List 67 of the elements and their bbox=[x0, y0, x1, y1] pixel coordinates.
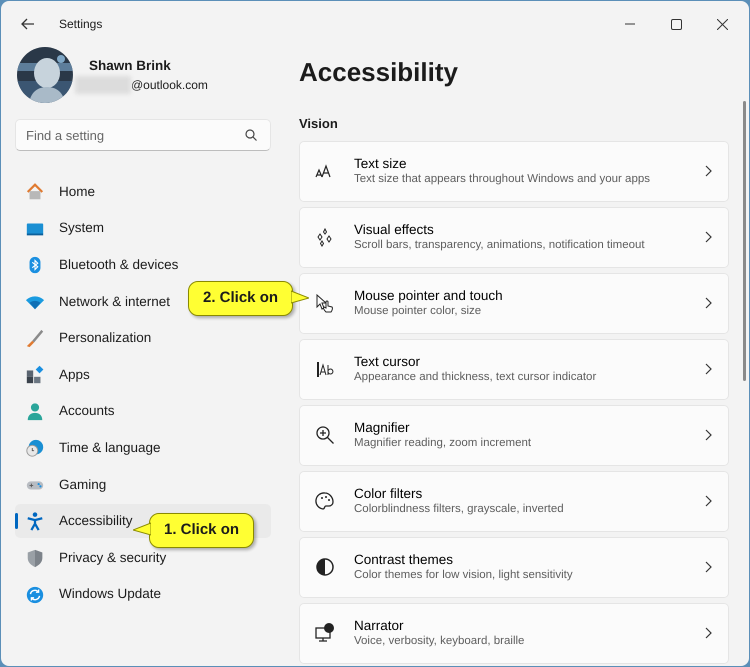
pointer-hand-icon bbox=[314, 292, 336, 314]
card-title: Mouse pointer and touch bbox=[354, 287, 504, 304]
magnifier-icon bbox=[314, 424, 336, 446]
callout-pointer-tooltip bbox=[291, 290, 310, 304]
chevron-icon bbox=[705, 627, 712, 639]
card-title: Visual effects bbox=[354, 221, 435, 238]
card-description: Mouse pointer color, size bbox=[354, 304, 482, 319]
contrast-icon bbox=[314, 556, 336, 578]
scrollbar[interactable] bbox=[743, 101, 746, 381]
card-title: Narrator bbox=[354, 617, 405, 634]
minimize-icon bbox=[625, 23, 635, 25]
card-description: Text size that appears throughout Windows and your apps bbox=[354, 172, 651, 187]
card-title: Magnifier bbox=[354, 419, 411, 436]
chevron-icon bbox=[705, 297, 712, 309]
search-icon bbox=[245, 129, 257, 141]
home-icon bbox=[25, 182, 45, 202]
chevron-icon bbox=[705, 363, 712, 375]
close-icon bbox=[716, 18, 728, 30]
card-description: Color themes for low vision, light sensitivity bbox=[354, 568, 574, 583]
settings-card[interactable]: Narrator Voice, verbosity, keyboard, braille bbox=[299, 602, 729, 664]
page-title: Accessibility bbox=[299, 56, 459, 89]
chevron-icon bbox=[705, 429, 712, 441]
card-title: Text cursor bbox=[354, 353, 422, 370]
window-title: Settings bbox=[59, 16, 102, 33]
sidebar-item[interactable]: Home bbox=[15, 175, 271, 209]
sidebar-item[interactable]: Personalization bbox=[15, 321, 271, 356]
search-field[interactable]: Find a setting bbox=[15, 119, 271, 151]
account-email: @outlook.com bbox=[131, 77, 208, 94]
callout-pointer-tooltip bbox=[133, 522, 151, 536]
settings-card[interactable]: Text size Text size that appears throughout Windows and your apps bbox=[299, 140, 729, 202]
settings-card[interactable]: Color filters Colorblindness filters, grayscale, inverted bbox=[299, 470, 729, 532]
chevron-icon bbox=[705, 231, 712, 243]
settings-card[interactable]: Text cursor Appearance and thickness, text cursor indicator bbox=[299, 338, 729, 400]
card-title: Color filters bbox=[354, 485, 424, 502]
card-description: Magnifier reading, zoom increment bbox=[354, 436, 532, 451]
account-name: Shawn Brink bbox=[89, 56, 172, 75]
sidebar-item[interactable]: Apps bbox=[15, 358, 271, 392]
chevron-icon bbox=[705, 561, 712, 573]
sidebar-item[interactable]: Windows Update bbox=[15, 578, 271, 612]
palette-icon bbox=[314, 490, 336, 512]
sync-icon bbox=[25, 584, 45, 605]
section-heading: Vision bbox=[299, 115, 339, 133]
settings-card[interactable]: Visual effects Scroll bars, transparency, animations, notification timeout bbox=[299, 206, 729, 268]
chevron-icon bbox=[705, 495, 712, 507]
accessibility-icon bbox=[25, 511, 45, 532]
back-arrow-icon bbox=[21, 18, 35, 30]
apps-icon bbox=[25, 364, 45, 385]
person-icon bbox=[25, 402, 45, 422]
settings-card[interactable]: Magnifier Magnifier reading, zoom increment bbox=[299, 404, 729, 466]
sidebar-item[interactable]: Time & language bbox=[15, 431, 271, 466]
card-description: Colorblindness filters, grayscale, inverted bbox=[354, 502, 565, 517]
globe-clock-icon bbox=[25, 438, 45, 458]
card-title: Contrast themes bbox=[354, 551, 454, 568]
chevron-icon bbox=[705, 165, 712, 177]
settings-card[interactable]: Contrast themes Color themes for low vision, light sensitivity bbox=[299, 536, 729, 598]
card-description: Voice, verbosity, keyboard, braille bbox=[354, 634, 526, 649]
settings-card[interactable]: Mouse pointer and touch Mouse pointer color, size bbox=[299, 272, 729, 334]
narrator-icon bbox=[314, 622, 336, 644]
sidebar-item[interactable]: Gaming bbox=[15, 468, 271, 502]
card-description: Appearance and thickness, text cursor indicator bbox=[354, 370, 598, 385]
maximize-icon bbox=[670, 18, 682, 30]
sidebar-item[interactable]: System bbox=[15, 212, 271, 246]
shield-icon bbox=[25, 548, 45, 568]
card-description: Scroll bars, transparency, animations, notification timeout bbox=[354, 238, 646, 253]
sidebar-item[interactable]: Accounts bbox=[15, 394, 271, 429]
paintbrush-icon bbox=[25, 328, 45, 348]
card-title: Text size bbox=[354, 155, 408, 172]
